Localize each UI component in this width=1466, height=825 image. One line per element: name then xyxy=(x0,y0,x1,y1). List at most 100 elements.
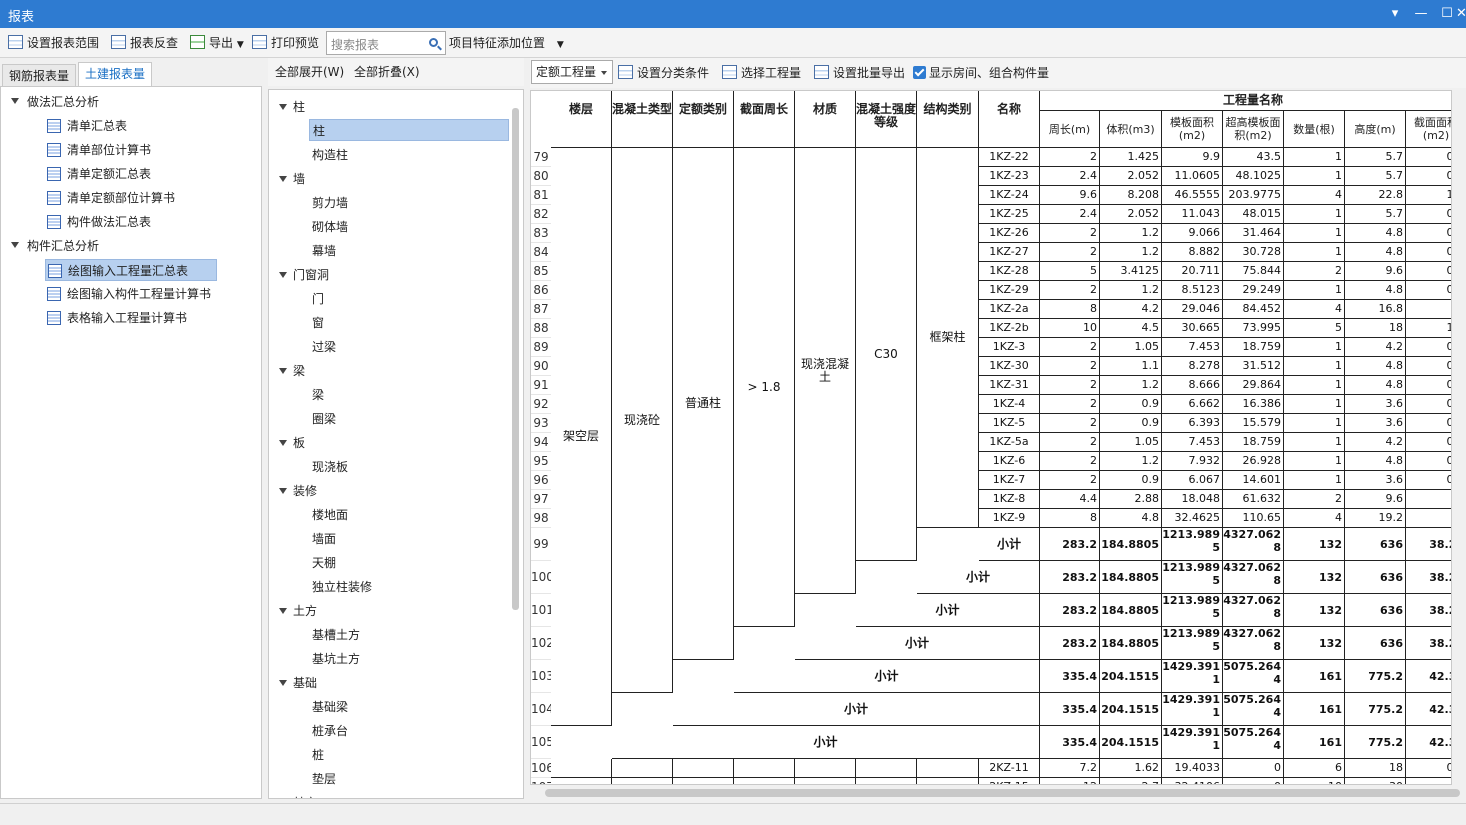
quantity-cell[interactable]: 0 xyxy=(1223,778,1284,784)
pin-icon[interactable]: ▾ xyxy=(1382,4,1408,24)
comp-item-floor[interactable]: 楼地面 xyxy=(312,504,348,526)
quantity-cell[interactable]: 8.666 xyxy=(1162,376,1223,395)
quantity-cell[interactable]: 6.067 xyxy=(1162,471,1223,490)
quantity-cell[interactable]: 18 xyxy=(1345,319,1406,338)
quantity-cell[interactable]: 0.7 xyxy=(1406,262,1451,281)
component-name-cell[interactable]: 1KZ-9 xyxy=(979,509,1040,528)
comp-group-slab[interactable]: 板 xyxy=(293,432,305,454)
component-name-cell[interactable]: 1KZ-23 xyxy=(979,167,1040,186)
quantity-cell[interactable]: 1.425 xyxy=(1100,148,1162,167)
quantity-cell[interactable]: 4.4 xyxy=(1040,490,1100,509)
quantity-cell[interactable]: 3.6 xyxy=(1345,395,1406,414)
report-search-input[interactable]: 搜索报表 xyxy=(326,31,446,55)
tab-civil-report[interactable]: 土建报表量 xyxy=(78,62,153,88)
quantity-cell[interactable]: 2 xyxy=(1040,357,1100,376)
component-name-cell[interactable]: 1KZ-25 xyxy=(979,205,1040,224)
quantity-cell[interactable]: 2 xyxy=(1040,338,1100,357)
expand-arrow-icon[interactable] xyxy=(279,368,287,374)
quantity-cell[interactable]: 18.048 xyxy=(1162,490,1223,509)
tree-item-component-method[interactable]: 构件做法汇总表 xyxy=(47,211,151,233)
component-scrollbar[interactable] xyxy=(512,108,519,610)
expand-arrow-icon[interactable] xyxy=(279,680,287,686)
quantity-cell[interactable]: 9.6 xyxy=(1040,186,1100,205)
quantity-cell[interactable]: 14.601 xyxy=(1223,471,1284,490)
quantity-cell[interactable]: 8.882 xyxy=(1162,243,1223,262)
quantity-cell[interactable]: 0.9 xyxy=(1100,414,1162,433)
quantity-cell[interactable]: 2.052 xyxy=(1100,167,1162,186)
quantity-cell[interactable]: 203.9775 xyxy=(1223,186,1284,205)
expand-arrow-icon[interactable] xyxy=(279,176,287,182)
quantity-cell[interactable]: 4.8 xyxy=(1345,281,1406,300)
quantity-cell[interactable]: 12 xyxy=(1040,778,1100,784)
floor-cell[interactable]: 架空层 xyxy=(551,148,612,726)
component-name-cell[interactable]: 1KZ-29 xyxy=(979,281,1040,300)
tree-group-component[interactable]: 构件汇总分析 xyxy=(27,235,99,257)
comp-item-beam[interactable]: 梁 xyxy=(312,384,324,406)
quantity-cell[interactable] xyxy=(1406,300,1451,319)
quantity-cell[interactable]: 1 xyxy=(1284,395,1345,414)
quantity-cell[interactable]: 8.278 xyxy=(1162,357,1223,376)
quantity-cell[interactable]: 1.05 xyxy=(1100,433,1162,452)
quantity-cell[interactable]: 1.62 xyxy=(1100,759,1162,778)
comp-group-other[interactable]: 其它 xyxy=(293,792,317,798)
quantity-cell[interactable]: 4.8 xyxy=(1345,452,1406,471)
quantity-cell[interactable]: 1 xyxy=(1284,433,1345,452)
quantity-cell[interactable]: 1.2 xyxy=(1406,319,1451,338)
select-quantity-button[interactable]: 选择工程量 xyxy=(722,63,801,83)
table-subheader-cell[interactable]: 周长(m) xyxy=(1040,111,1100,148)
quantity-cell[interactable]: 0.9 xyxy=(1100,471,1162,490)
quantity-cell[interactable]: 2.4 xyxy=(1040,167,1100,186)
batch-export-button[interactable]: 设置批量导出 xyxy=(814,63,905,83)
quantity-cell[interactable]: 0.3 xyxy=(1406,281,1451,300)
component-name-cell[interactable]: 2KZ-11 xyxy=(979,759,1040,778)
quantity-cell[interactable]: 18 xyxy=(1345,759,1406,778)
quantity-cell[interactable]: 30.728 xyxy=(1223,243,1284,262)
component-name-cell[interactable]: 1KZ-5 xyxy=(979,414,1040,433)
tree-item-drawing-calc[interactable]: 绘图输入构件工程量计算书 xyxy=(47,283,211,305)
quantity-cell[interactable]: 4.5 xyxy=(1100,319,1162,338)
table-subheader-cell[interactable]: 模板面积(m2) xyxy=(1162,111,1223,148)
quantity-cell[interactable]: 2 xyxy=(1040,148,1100,167)
search-icon[interactable] xyxy=(429,38,438,47)
quantity-cell[interactable]: 0.5 xyxy=(1406,759,1451,778)
comp-item-foundation-beam[interactable]: 基础梁 xyxy=(312,696,348,718)
quantity-cell[interactable]: 9.066 xyxy=(1162,224,1223,243)
table-header-cell[interactable]: 结构类别 xyxy=(917,91,979,148)
component-name-cell[interactable]: 1KZ-22 xyxy=(979,148,1040,167)
comp-item-constructional-column[interactable]: 构造柱 xyxy=(312,144,348,166)
quantity-cell[interactable]: 2 xyxy=(1040,224,1100,243)
quantity-cell[interactable]: 4.2 xyxy=(1345,433,1406,452)
quantity-cell[interactable]: 4 xyxy=(1284,300,1345,319)
feature-position-dropdown[interactable]: 项目特征添加位置 ▼ xyxy=(449,33,564,53)
quantity-cell[interactable]: 10 xyxy=(1040,319,1100,338)
quantity-cell[interactable]: 1 xyxy=(1284,281,1345,300)
comp-group-openings[interactable]: 门窗洞 xyxy=(293,264,329,286)
table-header-cell[interactable]: 名称 xyxy=(979,91,1040,148)
quantity-cell[interactable]: 30 xyxy=(1345,778,1406,784)
quantity-cell[interactable]: 1 xyxy=(1284,376,1345,395)
expand-arrow-icon[interactable] xyxy=(279,488,287,494)
quantity-cell[interactable]: 7.932 xyxy=(1162,452,1223,471)
component-name-cell[interactable]: 1KZ-30 xyxy=(979,357,1040,376)
table-header-cell[interactable]: 材质 xyxy=(795,91,856,148)
quantity-cell[interactable]: 18.759 xyxy=(1223,338,1284,357)
quantity-cell[interactable]: 1.4 xyxy=(1406,186,1451,205)
quantity-cell[interactable]: 4.2 xyxy=(1345,338,1406,357)
minimize-icon[interactable]: — xyxy=(1408,4,1434,24)
quantity-cell[interactable]: 8 xyxy=(1040,300,1100,319)
component-name-cell[interactable]: 1KZ-2a xyxy=(979,300,1040,319)
concrete-type-cell[interactable]: 现浇砼 xyxy=(612,148,673,693)
component-name-cell[interactable]: 1KZ-24 xyxy=(979,186,1040,205)
quantity-cell[interactable]: 22.8 xyxy=(1345,186,1406,205)
quantity-cell[interactable]: 0.9 xyxy=(1100,395,1162,414)
quantity-cell[interactable]: 48.1025 xyxy=(1223,167,1284,186)
quantity-cell[interactable]: 73.995 xyxy=(1223,319,1284,338)
quantity-cell[interactable]: 46.5555 xyxy=(1162,186,1223,205)
comp-item-ring-beam[interactable]: 圈梁 xyxy=(312,408,336,430)
comp-item-door[interactable]: 门 xyxy=(312,288,324,310)
table-header-cell[interactable]: 截面周长 xyxy=(734,91,795,148)
quantity-cell[interactable]: 5.7 xyxy=(1345,167,1406,186)
quantity-cell[interactable]: 16.8 xyxy=(1345,300,1406,319)
table-header-cell[interactable]: 定额类别 xyxy=(673,91,734,148)
table-subheader-cell[interactable]: 截面面积(m2) xyxy=(1406,111,1451,148)
